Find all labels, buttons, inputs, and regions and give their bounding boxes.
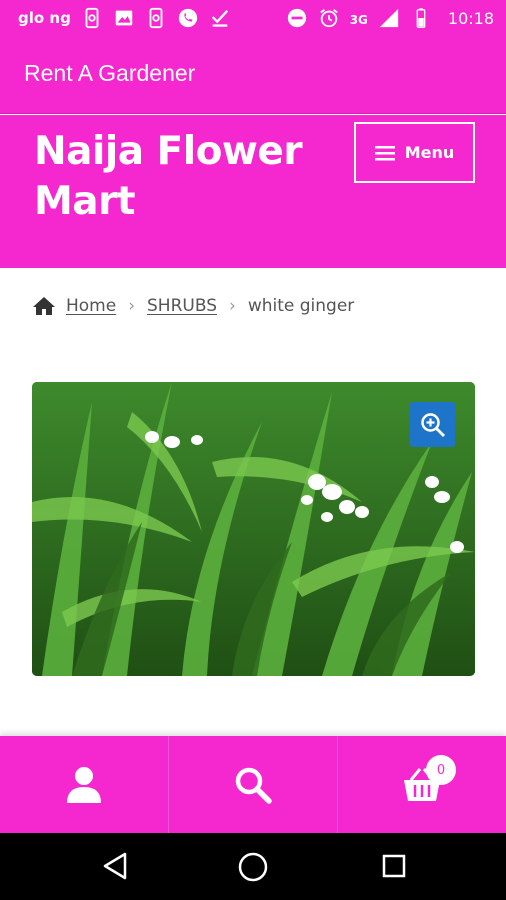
breadcrumb-category-link[interactable]: SHRUBS xyxy=(147,296,217,316)
back-icon[interactable] xyxy=(101,851,129,881)
signal-icon xyxy=(379,8,399,28)
account-icon xyxy=(67,766,101,803)
product-image[interactable] xyxy=(32,382,475,676)
download-done-icon xyxy=(211,9,229,27)
carrier-label: glo ng xyxy=(18,9,71,27)
site-title[interactable]: Naija Flower Mart xyxy=(34,127,324,227)
top-bar: Rent A Gardener xyxy=(0,36,506,114)
bottom-bar xyxy=(0,736,506,833)
search-button[interactable] xyxy=(168,736,337,833)
android-nav-bar xyxy=(0,833,506,900)
menu-label: Menu xyxy=(404,143,455,162)
breadcrumb-current: white ginger xyxy=(247,296,355,316)
screenshot-icon xyxy=(149,7,163,29)
cart-count-badge: 0 xyxy=(426,755,456,785)
cart-button[interactable] xyxy=(337,736,506,833)
topbar-link[interactable]: Rent A Gardener xyxy=(24,60,195,87)
screenshot-icon xyxy=(85,7,99,29)
whatsapp-icon xyxy=(178,8,197,28)
account-button[interactable] xyxy=(0,736,168,833)
status-bar: glo ng 3G 10:18 xyxy=(0,0,506,36)
site-header: Naija Flower Mart Menu xyxy=(0,115,506,268)
dnd-icon xyxy=(287,8,306,28)
breadcrumb-home-link[interactable]: Home xyxy=(66,296,116,316)
menu-button[interactable]: Menu xyxy=(354,122,475,183)
chevron-right-icon: › xyxy=(229,296,236,316)
chevron-right-icon: › xyxy=(128,296,136,316)
breadcrumb: Home › SHRUBS › white ginger xyxy=(32,296,354,316)
zoom-button[interactable] xyxy=(410,402,455,447)
recents-icon[interactable] xyxy=(381,853,407,879)
zoom-in-icon xyxy=(420,412,445,437)
clock: 10:18 xyxy=(447,8,494,28)
image-icon xyxy=(115,10,133,26)
network-type: 3G xyxy=(349,13,368,27)
home-circle-icon[interactable] xyxy=(237,851,269,883)
alarm-icon xyxy=(319,9,338,28)
hamburger-icon xyxy=(374,145,395,160)
battery-icon xyxy=(416,8,426,28)
plant-photo xyxy=(32,382,475,676)
search-icon xyxy=(235,767,272,804)
home-icon xyxy=(33,297,55,315)
